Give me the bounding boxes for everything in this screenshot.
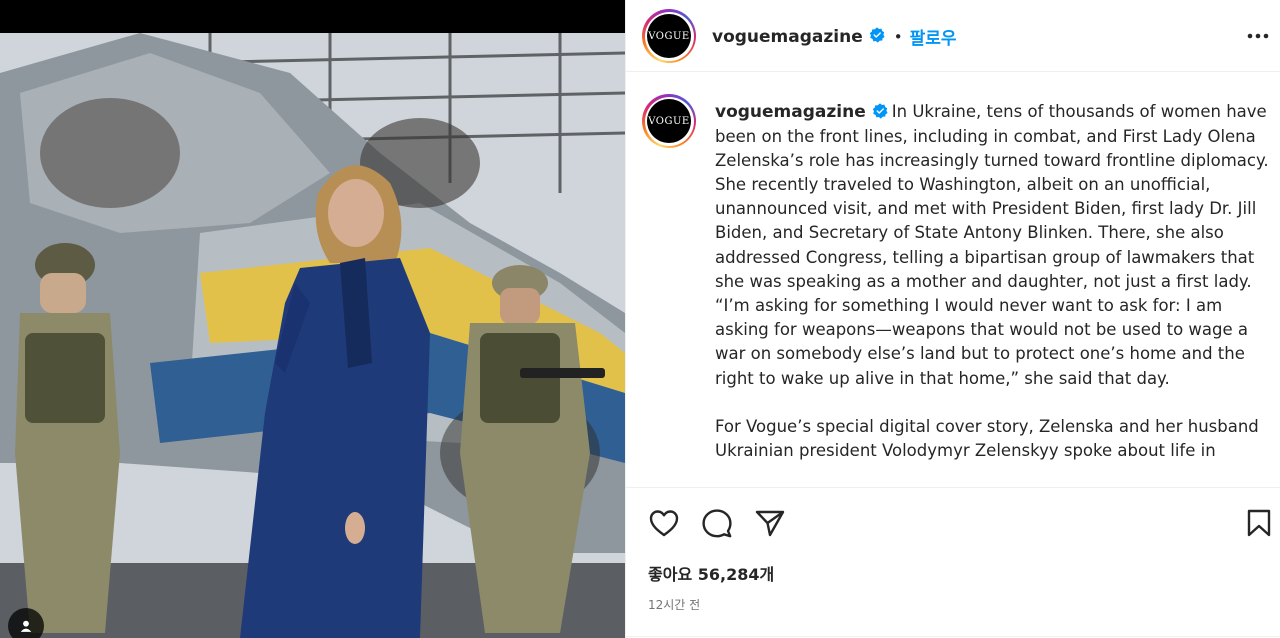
- paper-plane-icon[interactable]: [754, 508, 786, 538]
- divider: [626, 636, 1280, 637]
- caption-paragraph-2: For Vogue’s special digital cover story,…: [715, 416, 1259, 461]
- caption-area: VOGUE voguemagazine In Ukraine, tens of …: [626, 73, 1280, 487]
- bookmark-icon[interactable]: [1245, 508, 1273, 538]
- likes-label: 좋아요: [648, 565, 693, 584]
- caption-text: voguemagazine In Ukraine, tens of thousa…: [715, 100, 1273, 463]
- tagged-users-button[interactable]: [8, 608, 44, 638]
- author-username[interactable]: voguemagazine: [712, 27, 863, 47]
- comment-icon[interactable]: [701, 508, 733, 538]
- verified-badge-icon: [869, 26, 885, 47]
- author-avatar[interactable]: VOGUE: [642, 9, 696, 63]
- photo-scene: [0, 33, 625, 638]
- caption-body: In Ukraine, tens of thousands of women h…: [715, 102, 1269, 388]
- caption-username[interactable]: voguemagazine: [715, 102, 866, 122]
- tagged-users-icon: [20, 620, 32, 632]
- caption-author-avatar[interactable]: VOGUE: [642, 94, 696, 148]
- caption-paragraph: voguemagazine In Ukraine, tens of thousa…: [715, 100, 1273, 391]
- post-header: VOGUE voguemagazine • 팔로우: [626, 0, 1280, 72]
- post-actions: 좋아요 56,284개 12시간 전: [626, 487, 1280, 638]
- more-options-icon: [1247, 33, 1269, 39]
- post-photo[interactable]: [0, 33, 625, 638]
- post-media[interactable]: [0, 0, 625, 638]
- vogue-logo: VOGUE: [647, 99, 691, 143]
- author-info: voguemagazine • 팔로우: [712, 24, 957, 50]
- vogue-logo: VOGUE: [647, 14, 691, 58]
- likes-count[interactable]: 좋아요 56,284개: [648, 561, 774, 585]
- post-details-panel: VOGUE voguemagazine • 팔로우 VOGUE voguemag…: [625, 0, 1280, 638]
- verified-badge-icon: [872, 100, 888, 124]
- more-options-button[interactable]: [1244, 23, 1272, 49]
- separator-dot: •: [893, 27, 903, 46]
- post-timestamp[interactable]: 12시간 전: [648, 596, 700, 613]
- follow-button[interactable]: 팔로우: [910, 24, 957, 49]
- heart-icon[interactable]: [648, 508, 680, 538]
- likes-number: 56,284개: [697, 565, 775, 584]
